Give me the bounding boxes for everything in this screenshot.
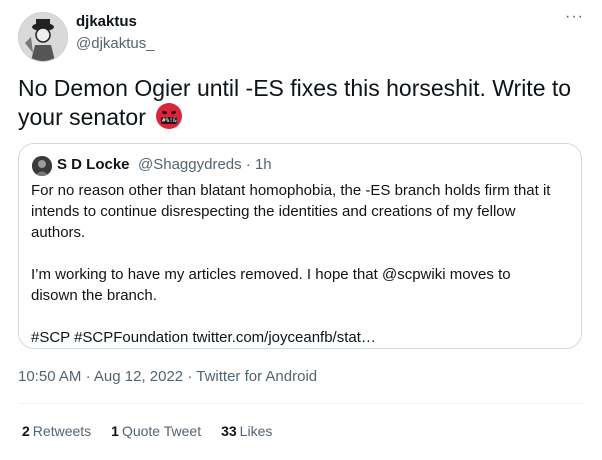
tweet-source[interactable]: Twitter for Android: [196, 368, 317, 385]
quoted-author-name[interactable]: S D Locke: [57, 156, 130, 173]
tweet-body: No Demon Ogier until -ES fixes this hors…: [18, 75, 572, 130]
retweets-stat[interactable]: 2 Retweets: [22, 423, 91, 439]
tweet-date[interactable]: Aug 12, 2022: [94, 368, 183, 385]
emoji-left-eye: [161, 110, 168, 115]
meta-separator: ·: [187, 368, 197, 385]
retweets-count: 2: [22, 423, 30, 439]
author-avatar[interactable]: [18, 12, 68, 62]
quote-tweets-label: Quote Tweet: [121, 423, 202, 439]
tweet-text: No Demon Ogier until -ES fixes this hors…: [18, 74, 588, 132]
meta-separator: ·: [85, 368, 94, 385]
emoji-mouth: #%!&: [161, 117, 178, 124]
quoted-author-handle-time[interactable]: @Shaggydreds · 1h: [138, 156, 272, 173]
quote-tweets-stat[interactable]: 1 Quote Tweet: [111, 423, 201, 439]
quoted-paragraph: I’m working to have my articles removed.…: [31, 266, 511, 304]
angry-face-emoji-icon: #%!&: [156, 103, 183, 129]
more-options-icon[interactable]: ···: [565, 8, 584, 26]
emoji-right-eye: [170, 110, 177, 115]
quoted-avatar-illustration: [32, 156, 52, 176]
author-display-name[interactable]: djkaktus: [76, 13, 137, 30]
divider: [18, 403, 584, 404]
quoted-paragraph: For no reason other than blatant homopho…: [31, 182, 551, 241]
likes-label: Likes: [239, 423, 273, 439]
quoted-tweet-body: For no reason other than blatant homopho…: [31, 180, 561, 369]
engagement-stats: 2 Retweets 1 Quote Tweet 33 Likes: [22, 423, 272, 439]
tweet-time[interactable]: 10:50 AM: [18, 368, 81, 385]
quoted-tweet[interactable]: S D Locke @Shaggydreds · 1h For no reaso…: [18, 143, 582, 349]
quoted-author-avatar[interactable]: [32, 156, 52, 176]
likes-stat[interactable]: 33 Likes: [221, 423, 272, 439]
avatar-illustration: [19, 13, 67, 61]
likes-count: 33: [221, 423, 237, 439]
retweets-label: Retweets: [32, 423, 92, 439]
tweet-metadata: 10:50 AM · Aug 12, 2022 · Twitter for An…: [18, 368, 317, 385]
quote-tweets-count: 1: [111, 423, 119, 439]
author-handle[interactable]: @djkaktus_: [76, 35, 155, 52]
quoted-hashtags-link[interactable]: #SCP #SCPFoundation twitter.com/joyceanf…: [31, 327, 561, 348]
